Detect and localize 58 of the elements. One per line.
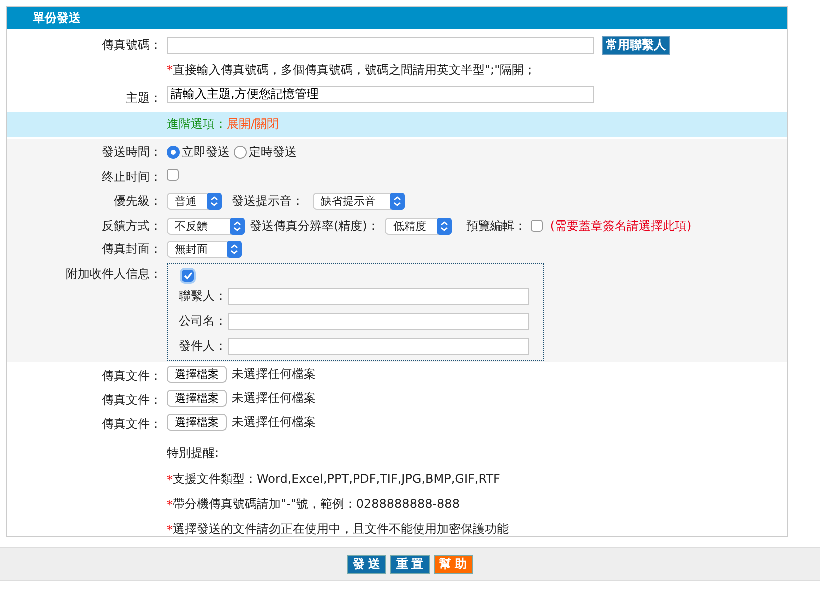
select-dropdown[interactable]: 不反饋 (167, 218, 245, 234)
chevron-updown-icon (390, 192, 405, 210)
field-label: 優先級： (113, 192, 162, 210)
reminder-title: 特別提醒: (167, 445, 220, 462)
input-field[interactable] (228, 338, 529, 355)
note-text: 帶分機傳真號碼請加"-"號，範例：0288888888-888 (173, 496, 460, 513)
checkbox[interactable] (167, 169, 179, 181)
select-dropdown[interactable]: 無封面 (167, 240, 242, 258)
field-label: 傳真文件： (101, 416, 162, 433)
radio-option[interactable]: 立即發送 (167, 144, 230, 160)
chevron-updown-icon (437, 218, 452, 234)
field-label: 預覽編輯： (466, 218, 526, 234)
note-text: 支援文件類型：Word,Excel,PPT,PDF,TIF,JPG,BMP,GIF,RTF (173, 471, 500, 488)
field-label: 傳真號碼： (101, 36, 162, 54)
input-field[interactable] (228, 288, 529, 305)
checkbox[interactable] (182, 270, 194, 282)
choose-file-button[interactable]: 選擇檔案 (167, 390, 227, 406)
field-label: 公司名： (179, 313, 226, 330)
file-status: 未選擇任何檔案 (232, 390, 316, 406)
field-label: 傳真封面： (101, 240, 162, 258)
input-field[interactable]: 請輸入主題,方便您記憶管理 (167, 86, 594, 102)
field-label: 發送傳真分辨率(精度)： (250, 218, 380, 234)
file-status: 未選擇任何檔案 (232, 366, 316, 382)
required-mark: * (167, 522, 173, 536)
contacts-button[interactable]: 常用聯繫人 (602, 36, 670, 54)
input-field[interactable] (167, 36, 594, 54)
action-button[interactable]: 發 送 (346, 554, 386, 574)
select-dropdown[interactable]: 普通 (167, 192, 222, 210)
required-mark: * (167, 472, 173, 486)
field-label: 發送時間： (101, 144, 162, 160)
choose-file-button[interactable]: 選擇檔案 (167, 414, 227, 430)
checkbox[interactable] (531, 220, 544, 232)
required-mark: * (167, 63, 173, 77)
input-field[interactable] (228, 313, 529, 330)
chevron-updown-icon (227, 240, 242, 258)
field-label: 發送提示音： (232, 192, 304, 210)
select-dropdown[interactable]: 缺省提示音 (313, 192, 405, 210)
field-label: 發件人： (179, 338, 226, 355)
field-label: 傳真文件： (101, 368, 162, 385)
field-label: 附加收件人信息： (65, 266, 162, 283)
radio-option[interactable]: 定時發送 (234, 144, 297, 160)
action-button[interactable]: 重 置 (390, 554, 430, 574)
warning-text: (需要蓋章簽名請選擇此項) (550, 218, 692, 234)
panel-title: 單份發送 (33, 10, 81, 26)
field-label: 聯繫人： (179, 288, 226, 305)
hint-text: 直接輸入傳真號碼，多個傳真號碼，號碼之間請用英文半型";"隔開； (173, 62, 536, 78)
note-text: 選擇發送的文件請勿正在使用中，且文件不能使用加密保護功能 (173, 521, 509, 538)
chevron-updown-icon (207, 192, 222, 210)
field-label: 傳真文件： (101, 392, 162, 409)
select-dropdown[interactable]: 低精度 (385, 218, 452, 234)
choose-file-button[interactable]: 選擇檔案 (167, 366, 227, 382)
field-label: 主題： (125, 90, 162, 107)
file-status: 未選擇任何檔案 (232, 414, 316, 430)
section-label: 進階選項： (167, 116, 227, 133)
field-label: 反饋方式： (101, 218, 162, 234)
field-label: 终止时间： (101, 169, 162, 186)
chevron-updown-icon (230, 218, 245, 234)
required-mark: * (167, 498, 173, 512)
